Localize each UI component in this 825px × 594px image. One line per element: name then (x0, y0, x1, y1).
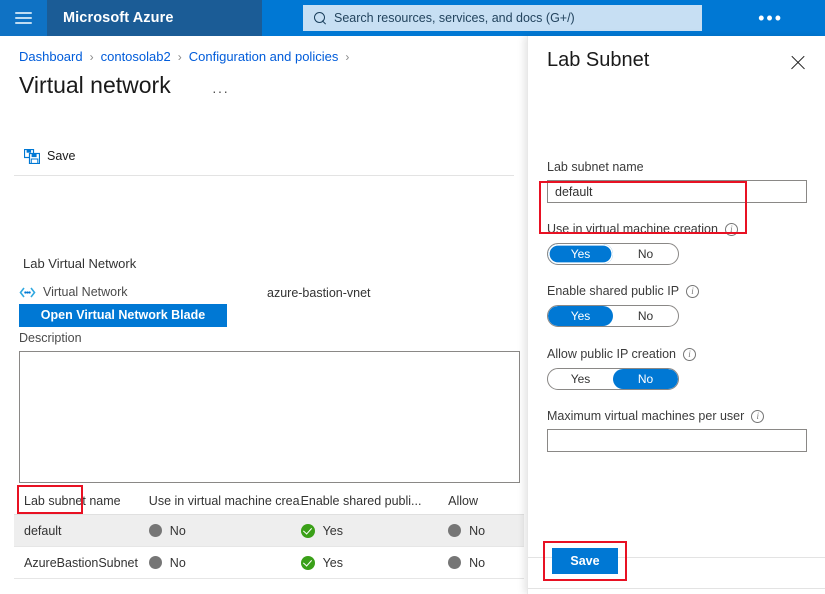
table-row[interactable]: AzureBastionSubnet No Yes No (14, 547, 524, 579)
cell-enable-shared-public-ip: Yes (300, 523, 449, 538)
brand-title[interactable]: Microsoft Azure (63, 0, 174, 36)
table-row[interactable]: default No Yes No (14, 515, 524, 547)
virtual-network-row-label: Virtual Network (43, 285, 128, 299)
azure-portal-screen: Microsoft Azure Search resources, servic… (0, 0, 825, 594)
hamburger-menu-icon[interactable] (0, 0, 47, 36)
lab-subnet-panel: Lab Subnet Lab subnet name Use in virtua… (527, 36, 825, 594)
enable-shared-public-ip-label-text: Enable shared public IP (547, 284, 680, 298)
description-textarea[interactable] (19, 351, 520, 483)
virtual-network-row: Virtual Network (19, 285, 128, 299)
cell-allow-ip-value: No (469, 523, 486, 538)
main-content-area: Dashboard › contosolab2 › Configuration … (0, 36, 527, 594)
status-no-icon (448, 556, 462, 569)
cell-shared-ip-value: Yes (322, 523, 343, 538)
save-button[interactable]: Save (20, 145, 80, 168)
cell-use-in-vm-creation: No (148, 523, 301, 538)
max-vms-per-user-label: Maximum virtual machines per user i (547, 409, 765, 423)
toggle-option-yes[interactable]: Yes (548, 306, 613, 326)
save-floppy-icon (23, 148, 41, 164)
cell-enable-shared-public-ip: Yes (300, 555, 449, 570)
toggle-option-yes[interactable]: Yes (548, 244, 613, 264)
breadcrumb-item-dashboard[interactable]: Dashboard (19, 49, 83, 64)
cell-use-in-vm-value: No (169, 555, 186, 570)
toolbar-divider (14, 175, 514, 176)
breadcrumb-separator-icon: › (345, 49, 350, 64)
cell-shared-ip-value: Yes (322, 555, 343, 570)
lab-subnet-name-label: Lab subnet name (547, 160, 644, 174)
cell-allow-public-ip: No (448, 524, 524, 538)
lab-virtual-network-heading: Lab Virtual Network (23, 256, 137, 271)
toggle-option-yes[interactable]: Yes (548, 369, 613, 389)
breadcrumb: Dashboard › contosolab2 › Configuration … (19, 49, 356, 64)
breadcrumb-item-contosolab2[interactable]: contosolab2 (101, 49, 171, 64)
search-input-placeholder[interactable]: Search resources, services, and docs (G+… (334, 11, 575, 25)
virtual-network-icon (19, 286, 36, 299)
breadcrumb-separator-icon: › (177, 49, 182, 64)
cell-subnet-name[interactable]: AzureBastionSubnet (14, 556, 149, 570)
lab-subnet-name-input[interactable] (547, 180, 807, 203)
status-no-icon (448, 524, 462, 537)
cell-allow-public-ip: No (448, 556, 524, 570)
toggle-option-no[interactable]: No (613, 244, 678, 264)
status-yes-icon (300, 523, 315, 538)
info-icon[interactable]: i (683, 347, 697, 361)
breadcrumb-item-configuration-and-policies[interactable]: Configuration and policies (189, 49, 339, 64)
lab-subnets-table: Lab subnet name Use in virtual machine c… (14, 488, 524, 579)
status-no-icon (148, 524, 162, 537)
max-vms-per-user-input[interactable] (547, 429, 807, 452)
table-header-row: Lab subnet name Use in virtual machine c… (14, 488, 524, 515)
page-title-more-icon[interactable]: ··· (212, 84, 229, 98)
status-yes-icon (300, 555, 315, 570)
topbar-more-icon[interactable]: ••• (758, 0, 783, 36)
column-header-use-in-vm-creation[interactable]: Use in virtual machine crea... (149, 494, 301, 508)
info-icon[interactable]: i (751, 409, 765, 423)
global-search-box[interactable]: Search resources, services, and docs (G+… (303, 5, 702, 31)
close-icon[interactable] (788, 53, 808, 73)
info-icon[interactable]: i (686, 284, 700, 298)
use-in-vm-creation-label: Use in virtual machine creation i (547, 222, 738, 236)
allow-public-ip-creation-toggle[interactable]: Yes No (547, 368, 679, 390)
cell-use-in-vm-creation: No (148, 555, 301, 570)
command-toolbar: Save (0, 137, 527, 175)
enable-shared-public-ip-label: Enable shared public IP i (547, 284, 700, 298)
hamburger-bars (15, 9, 32, 27)
breadcrumb-separator-icon: › (89, 49, 94, 64)
toggle-option-no[interactable]: No (613, 369, 678, 389)
virtual-network-value: azure-bastion-vnet (267, 286, 371, 300)
top-navigation-bar: Microsoft Azure Search resources, servic… (0, 0, 825, 36)
open-virtual-network-blade-button[interactable]: Open Virtual Network Blade (19, 304, 227, 327)
column-header-lab-subnet-name[interactable]: Lab subnet name (14, 494, 149, 508)
column-header-enable-shared-public-ip[interactable]: Enable shared publi... (301, 494, 449, 508)
column-header-allow-public-ip[interactable]: Allow (448, 494, 524, 508)
allow-public-ip-creation-label-text: Allow public IP creation (547, 347, 677, 361)
page-title: Virtual network (19, 72, 171, 98)
panel-bottom-divider (528, 588, 825, 589)
enable-shared-public-ip-toggle[interactable]: Yes No (547, 305, 679, 327)
save-button-label: Save (47, 149, 76, 163)
panel-title: Lab Subnet (547, 49, 650, 71)
use-in-vm-creation-toggle[interactable]: Yes No (547, 243, 679, 265)
lab-subnet-name-label-text: Lab subnet name (547, 160, 644, 174)
status-no-icon (148, 556, 162, 569)
cell-use-in-vm-value: No (169, 523, 186, 538)
max-vms-per-user-label-text: Maximum virtual machines per user (547, 409, 745, 423)
allow-public-ip-creation-label: Allow public IP creation i (547, 347, 697, 361)
search-icon (314, 11, 327, 25)
cell-allow-ip-value: No (469, 555, 486, 570)
use-in-vm-creation-label-text: Use in virtual machine creation (547, 222, 718, 236)
panel-save-button[interactable]: Save (552, 548, 618, 574)
description-label: Description (19, 331, 82, 345)
info-icon[interactable]: i (724, 222, 738, 236)
cell-subnet-name[interactable]: default (14, 524, 149, 538)
toggle-option-no[interactable]: No (613, 306, 678, 326)
